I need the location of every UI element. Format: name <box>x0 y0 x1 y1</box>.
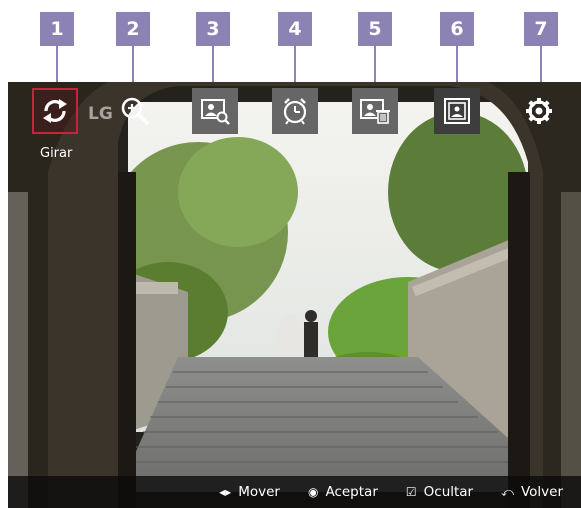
photo-viewer-screen: LG Girar ◂▸ Mover ◉ Aceptar ☑ Ocultar ⤺ … <box>8 82 581 508</box>
hint-hide: ☑ Ocultar <box>406 484 473 500</box>
photo-search-icon <box>201 99 230 125</box>
ok-icon: ◉ <box>307 485 319 499</box>
callout-4: 4 <box>278 12 312 46</box>
rotate-icon <box>43 99 67 123</box>
callout-2: 2 <box>116 12 150 46</box>
photo-frame-icon <box>444 98 470 124</box>
alarm-clock-icon <box>283 98 307 125</box>
photo-image <box>8 82 581 508</box>
photo-search-button[interactable] <box>192 88 238 134</box>
hint-hide-label: Ocultar <box>423 484 474 500</box>
hint-accept: ◉ Aceptar <box>308 484 378 500</box>
slideshow-button[interactable] <box>434 88 480 134</box>
timer-button[interactable] <box>272 88 318 134</box>
rotate-label: Girar <box>40 146 73 161</box>
hint-back: ⤺ Volver <box>501 484 563 500</box>
gear-icon <box>526 98 552 124</box>
callout-7: 7 <box>524 12 558 46</box>
hint-accept-label: Aceptar <box>325 484 378 500</box>
settings-button[interactable] <box>516 88 562 134</box>
zoom-in-icon <box>121 97 149 125</box>
photo-delete-button[interactable] <box>352 88 398 134</box>
hint-back-label: Volver <box>520 484 563 500</box>
photo-delete-icon <box>360 99 390 124</box>
rotate-button[interactable] <box>32 88 78 134</box>
callout-5: 5 <box>358 12 392 46</box>
hide-checkbox-icon: ☑ <box>405 485 417 499</box>
back-icon: ⤺ <box>501 484 514 499</box>
move-arrows-icon: ◂▸ <box>219 485 232 499</box>
callout-3: 3 <box>196 12 230 46</box>
callout-1: 1 <box>40 12 74 46</box>
navigation-hint-bar: ◂▸ Mover ◉ Aceptar ☑ Ocultar ⤺ Volver <box>8 476 581 508</box>
zoom-button[interactable] <box>112 88 158 134</box>
callout-6: 6 <box>440 12 474 46</box>
hint-move: ◂▸ Mover <box>219 484 280 500</box>
lg-logo: LG <box>88 104 113 124</box>
hint-move-label: Mover <box>238 484 280 500</box>
